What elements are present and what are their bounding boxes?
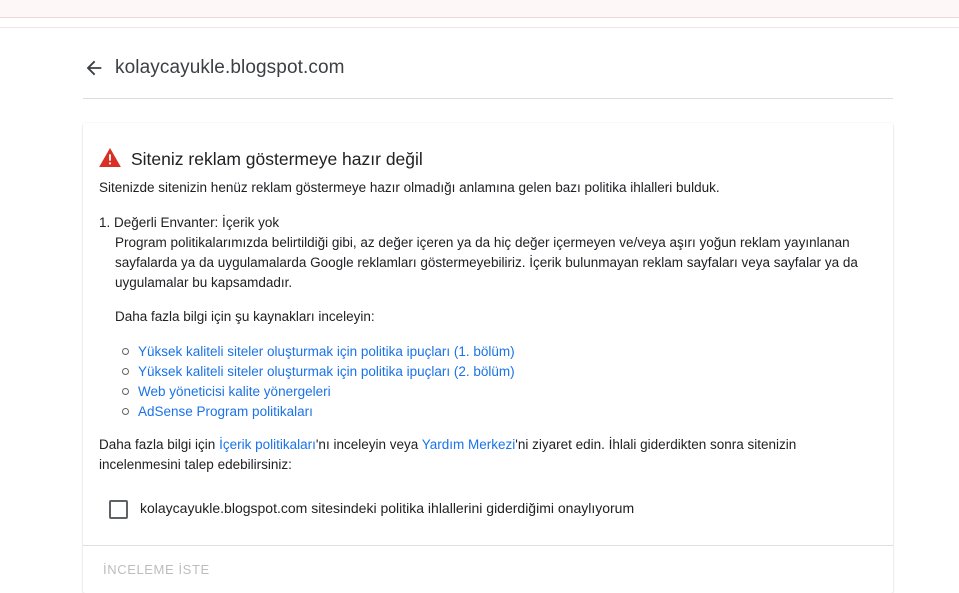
resource-link-2[interactable]: Yüksek kaliteli siteler oluşturmak için … xyxy=(138,364,515,379)
list-item: Yüksek kaliteli siteler oluşturmak için … xyxy=(122,362,515,382)
violation-title: 1. Değerli Envanter: İçerik yok xyxy=(99,215,280,230)
review-info-part: Daha fazla bilgi için xyxy=(99,437,220,452)
arrow-back-icon[interactable] xyxy=(83,57,105,79)
list-item: Web yöneticisi kalite yönergeleri xyxy=(122,382,515,402)
list-item: Yüksek kaliteli siteler oluşturmak için … xyxy=(122,342,515,362)
warning-triangle-icon xyxy=(99,148,121,167)
policy-card: Siteniz reklam göstermeye hazır değil Si… xyxy=(83,123,893,593)
alert-lead: Sitenizde sitenizin henüz reklam gösterm… xyxy=(99,180,720,195)
more-info-text: Daha fazla bilgi için şu kaynakları ince… xyxy=(115,309,375,324)
bullet-icon xyxy=(122,368,129,375)
confirm-label[interactable]: kolaycayukle.blogspot.com sitesindeki po… xyxy=(140,500,634,516)
alert-title: Siteniz reklam göstermeye hazır değil xyxy=(131,149,423,169)
resource-link-4[interactable]: AdSense Program politikaları xyxy=(138,404,313,419)
bullet-icon xyxy=(122,408,129,415)
resource-link-1[interactable]: Yüksek kaliteli siteler oluşturmak için … xyxy=(138,344,515,359)
list-item: AdSense Program politikaları xyxy=(122,402,515,422)
resource-list: Yüksek kaliteli siteler oluşturmak için … xyxy=(122,342,515,422)
violation-description: Program politikalarımızda belirtildiği g… xyxy=(115,235,858,290)
top-strip xyxy=(0,0,959,18)
resource-link-3[interactable]: Web yöneticisi kalite yönergeleri xyxy=(138,384,331,399)
review-info-part: 'nı inceleyin veya xyxy=(315,437,422,452)
help-center-link[interactable]: Yardım Merkezi xyxy=(422,437,516,452)
confirm-checkbox[interactable] xyxy=(109,500,128,519)
page-header: kolaycayukle.blogspot.com xyxy=(83,50,893,99)
top-divider xyxy=(0,27,959,28)
content-policies-link[interactable]: İçerik politikaları xyxy=(219,437,316,452)
request-review-button[interactable]: İNCELEME İSTE xyxy=(103,562,210,577)
bullet-icon xyxy=(122,348,129,355)
bullet-icon xyxy=(122,388,129,395)
card-divider xyxy=(83,545,893,546)
review-info-text: Daha fazla bilgi için İçerik politikalar… xyxy=(99,435,879,475)
site-title: kolaycayukle.blogspot.com xyxy=(115,57,345,78)
